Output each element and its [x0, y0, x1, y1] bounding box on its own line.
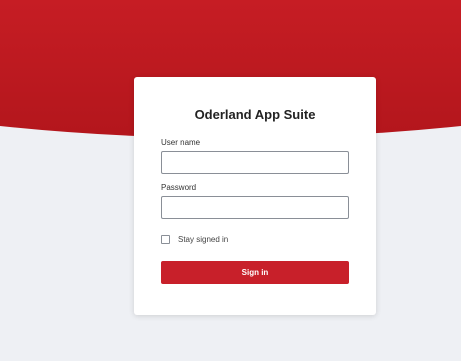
stay-signed-in-row[interactable]: Stay signed in — [161, 233, 349, 245]
login-card: Oderland App Suite User name Password St… — [134, 77, 376, 315]
password-label: Password — [161, 183, 197, 192]
username-label: User name — [161, 138, 201, 147]
stay-signed-in-checkbox[interactable] — [161, 234, 170, 244]
stay-signed-in-label[interactable]: Stay signed in — [178, 235, 228, 244]
password-input[interactable] — [161, 196, 349, 219]
sign-in-button[interactable]: Sign in — [161, 261, 349, 284]
app-title: Oderland App Suite — [194, 107, 316, 122]
username-input[interactable] — [161, 151, 349, 174]
